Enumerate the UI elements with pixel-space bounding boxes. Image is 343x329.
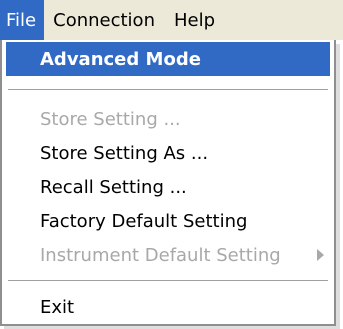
menu-item-exit[interactable]: Exit [6,290,330,324]
menu-item-label: Advanced Mode [40,48,201,70]
menu-item-recall-setting[interactable]: Recall Setting ... [6,170,330,204]
application-window: File Connection Help Advanced Mode Store… [0,0,343,329]
menu-item-advanced-mode[interactable]: Advanced Mode [6,42,330,76]
menu-item-label: Store Setting As ... [40,142,209,164]
menu-separator [8,280,328,282]
menu-separator [8,89,328,91]
menu-item-label: Factory Default Setting [40,210,248,232]
menu-item-store-setting-as[interactable]: Store Setting As ... [6,136,330,170]
menu-item-label: Recall Setting ... [40,176,187,198]
submenu-arrow-icon [317,249,324,261]
menu-bar: File Connection Help [0,0,343,40]
menu-item-factory-default-setting[interactable]: Factory Default Setting [6,204,330,238]
menu-item-label: Instrument Default Setting [40,244,281,266]
menu-item-label: Store Setting ... [40,108,181,130]
menu-item-instrument-default-setting: Instrument Default Setting [6,238,330,272]
menu-connection[interactable]: Connection [44,0,165,40]
file-menu-dropdown: Advanced Mode Store Setting ... Store Se… [0,40,336,326]
menu-help[interactable]: Help [165,0,225,40]
menu-item-store-setting: Store Setting ... [6,102,330,136]
menu-file[interactable]: File [0,0,45,40]
menu-item-label: Exit [40,296,75,318]
